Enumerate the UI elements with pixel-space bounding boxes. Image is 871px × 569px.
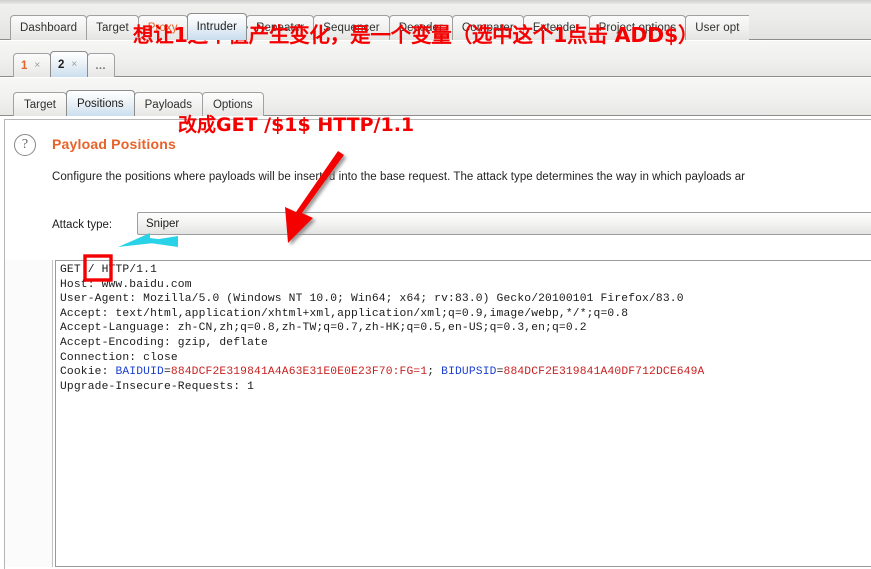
intruder-tab-options[interactable]: Options — [201, 92, 264, 116]
main-tab-repeater[interactable]: Repeater — [246, 15, 315, 40]
main-tab-project-options[interactable]: Project options — [588, 15, 687, 40]
main-tab-intruder[interactable]: Intruder — [186, 13, 248, 40]
main-tab-proxy[interactable]: Proxy — [137, 15, 188, 40]
positions-panel: ? Payload Positions Configure the positi… — [0, 117, 871, 569]
main-tab-user-opt[interactable]: User opt — [685, 15, 749, 40]
main-tab-comparer[interactable]: Comparer — [451, 15, 524, 40]
attack-tab-bar: 1 × 2 ×… — [0, 41, 871, 77]
intruder-tab-positions[interactable]: Positions — [65, 90, 135, 116]
page-title: Payload Positions — [52, 136, 176, 152]
request-text[interactable]: GET / HTTP/1.1 Host: www.baidu.com User-… — [60, 263, 704, 394]
help-icon[interactable]: ? — [14, 134, 36, 156]
intruder-tab-payloads[interactable]: Payloads — [133, 92, 203, 116]
intruder-tab-target[interactable]: Target — [13, 92, 67, 116]
main-tab-list: Dashboard Target Proxy Intruder Repeater Sequ… — [10, 6, 749, 40]
main-tab-dashboard[interactable]: Dashboard — [10, 15, 88, 40]
attack-tab-1[interactable]: 1 × — [13, 53, 51, 77]
main-tab-decoder[interactable]: Decoder — [388, 15, 453, 40]
attack-tab-label: 2 — [58, 58, 65, 71]
panel-top-border — [4, 119, 871, 120]
close-icon[interactable]: × — [71, 59, 77, 70]
main-tab-bar: Dashboard Target Proxy Intruder Repeater Sequ… — [0, 0, 871, 40]
main-tab-target[interactable]: Target — [86, 15, 139, 40]
burp-suite-window: Dashboard Target Proxy Intruder Repeater Sequ… — [0, 0, 871, 569]
attack-tab-label: … — [95, 59, 107, 72]
editor-left-gutter — [5, 260, 53, 567]
intruder-tab-list: Target Positions Payloads Options — [13, 85, 264, 116]
panel-description: Configure the positions where payloads w… — [52, 171, 746, 183]
intruder-tab-bar: Target Positions Payloads Options — [0, 78, 871, 116]
attack-tab-2[interactable]: 2 × — [50, 51, 88, 77]
close-icon[interactable]: × — [34, 60, 40, 71]
attack-type-select[interactable]: Sniper — [137, 212, 871, 235]
attack-tab-label: 1 — [21, 59, 28, 72]
main-tab-sequencer[interactable]: Sequencer — [313, 15, 390, 40]
attack-type-label: Attack type: — [52, 219, 113, 231]
request-editor[interactable]: GET / HTTP/1.1 Host: www.baidu.com User-… — [55, 260, 871, 567]
main-tab-extender[interactable]: Extender — [522, 15, 590, 40]
attack-tab-more[interactable]: … — [87, 53, 115, 77]
attack-tab-list: 1 × 2 ×… — [13, 47, 115, 77]
